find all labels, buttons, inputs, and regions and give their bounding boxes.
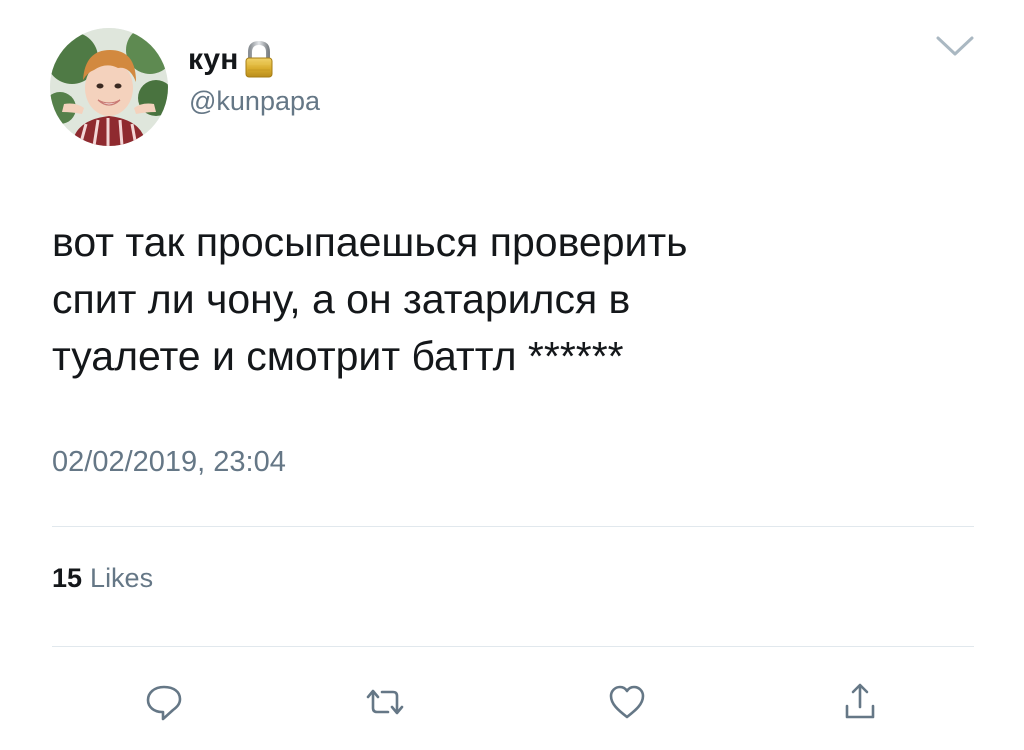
share-button[interactable] bbox=[837, 679, 883, 725]
user-handle[interactable]: @kunpapa bbox=[189, 88, 320, 115]
heart-icon bbox=[609, 685, 645, 719]
retweet-icon bbox=[366, 689, 404, 715]
author-name-row: кун bbox=[188, 40, 275, 80]
avatar-photo bbox=[50, 28, 168, 146]
timestamp[interactable]: 02/02/2019, 23:04 bbox=[52, 448, 286, 477]
like-button[interactable] bbox=[604, 679, 650, 725]
display-name[interactable]: кун bbox=[188, 45, 239, 75]
reply-button[interactable] bbox=[141, 679, 187, 725]
avatar[interactable] bbox=[50, 28, 168, 146]
lock-icon bbox=[243, 40, 275, 80]
share-icon bbox=[845, 683, 875, 719]
chevron-down-icon[interactable] bbox=[935, 33, 975, 59]
tweet-text: вот так просыпаешься проверить спит ли ч… bbox=[52, 219, 688, 379]
likes-stat[interactable]: 15 Likes bbox=[52, 565, 153, 592]
retweet-button[interactable] bbox=[362, 679, 408, 725]
divider bbox=[52, 646, 974, 647]
likes-count: 15 bbox=[52, 563, 83, 593]
speech-bubble-icon bbox=[146, 685, 182, 721]
divider bbox=[52, 526, 974, 527]
likes-label: Likes bbox=[90, 563, 154, 593]
